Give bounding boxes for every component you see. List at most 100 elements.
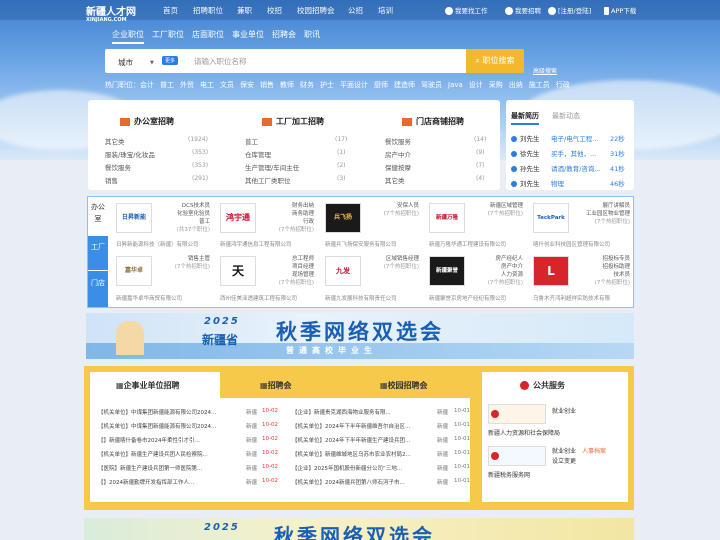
nav-home[interactable]: 首页 (163, 5, 178, 16)
hot-item[interactable]: 平面设计 (340, 81, 368, 89)
company-jobs[interactable]: 销售主管 (7个热招职位) (158, 255, 210, 271)
hot-item[interactable]: 教师 (280, 81, 294, 89)
company-jobs[interactable]: DCS技术员 化验室化验员 普工 (共37个职位) (158, 202, 210, 234)
search-input[interactable]: 请输入职位名称 (194, 56, 247, 67)
company-jobs[interactable]: 安保人员 (7个热招职位) (367, 202, 419, 218)
company-name[interactable]: 西州佳美泽透建筑工程有限公司 (220, 294, 297, 302)
nav-jobs[interactable]: 招聘职位 (193, 5, 223, 16)
job-post-link[interactable]: 【企业】2025年国机股份新疆分公司“三地... (292, 464, 402, 472)
nav-training[interactable]: 培训 (378, 5, 393, 16)
company-name[interactable]: 新疆万隆华通工程建设有限公司 (429, 240, 506, 248)
hot-item[interactable]: 采购 (489, 81, 503, 89)
job-post-link[interactable]: 【企业】新疆贵克湖西海物业服务有限... (292, 408, 391, 416)
search-button[interactable]: ⌕ 职位搜索 (466, 49, 524, 73)
category-item[interactable]: 房产中介 (385, 149, 411, 159)
job-post-link[interactable]: 【机关单位】中煤集团新疆能源有限公司2024... (98, 408, 216, 416)
hrss-logo[interactable] (488, 404, 546, 424)
hot-item[interactable]: 会计 (140, 81, 154, 89)
tab-job-fair[interactable]: ▦招聘会 (260, 380, 292, 391)
tab-store[interactable]: 店面职位 (192, 29, 224, 40)
nav-campus[interactable]: 校招 (267, 5, 282, 16)
promo-banner[interactable]: 2025 新疆省 秋季网络双选会 普通高校毕业生 (86, 313, 634, 359)
category-item[interactable]: 餐饮服务 (105, 162, 131, 172)
resume-row[interactable]: 孙先生 (511, 163, 540, 173)
tab-public[interactable]: 事业单位 (232, 29, 264, 40)
job-post-link[interactable]: 【机关单位】中煤集团新疆能源有限公司2024... (98, 422, 216, 430)
category-item[interactable]: 生产管理/车间主任 (245, 162, 299, 172)
company-name[interactable]: 新疆聚誉京房地产经纪有限公司 (429, 294, 506, 302)
job-post-link[interactable]: 【医院】新疆生产建设兵团第一师医院第... (98, 464, 202, 472)
hot-item[interactable]: 驾驶员 (421, 81, 442, 89)
hot-item[interactable]: 保安 (240, 81, 254, 89)
hot-item[interactable]: 出纳 (509, 81, 523, 89)
category-item[interactable]: 普工 (245, 136, 258, 146)
hot-item[interactable]: 厨师 (374, 81, 388, 89)
hot-item[interactable]: 电工 (200, 81, 214, 89)
resume-row[interactable]: 徐先生 (511, 148, 540, 158)
company-name[interactable]: 新疆嘉华卓华商贸有限公司 (116, 294, 182, 302)
company-name[interactable]: 新疆兵飞扬保安服务有限公司 (325, 240, 397, 248)
job-post-link[interactable]: 【机关单位】2024年下半年新疆维吾尔自治区... (292, 422, 410, 430)
tab-latest-resume[interactable]: 最新简历 (511, 111, 539, 125)
sidebar-tab-factory[interactable]: 工厂 (88, 236, 108, 270)
company-jobs[interactable]: 招投标专员 招投标助理 技术员 (7个热招职位) (575, 255, 630, 287)
hot-item[interactable]: 外贸 (180, 81, 194, 89)
tax-logo[interactable] (488, 446, 546, 466)
company-logo[interactable]: 日昇新能 (116, 203, 152, 233)
company-name[interactable]: 新疆九发展科技有限责任公司 (325, 294, 397, 302)
service-label[interactable]: 就业创业 (552, 446, 576, 455)
tab-fair[interactable]: 招聘会 (272, 29, 296, 40)
hot-item[interactable]: 财务 (300, 81, 314, 89)
find-job-link[interactable]: 我要找工作 (445, 5, 488, 15)
tab-public-jobs[interactable]: ▦企事业单位招聘 (116, 380, 180, 391)
company-jobs[interactable]: 区域销售经理 (7个热招职位) (367, 255, 419, 271)
service-name[interactable]: 新疆税务服务网 (488, 470, 530, 479)
company-logo[interactable]: 新疆聚誉 (429, 256, 465, 286)
job-post-link[interactable]: 【机关单位】新疆维城地区乌苏市农业农村局2... (292, 450, 411, 458)
service-label[interactable]: 就业创业 (552, 406, 576, 415)
sidebar-tab-store[interactable]: 门店 (88, 271, 108, 307)
category-item[interactable]: 仓库管理 (245, 149, 271, 159)
category-item[interactable]: 服装/珠宝/化妆品 (105, 149, 155, 159)
company-logo[interactable]: 兵飞扬 (325, 203, 361, 233)
hot-item[interactable]: 设计 (469, 81, 483, 89)
service-extra-link[interactable]: 人事档案 (582, 446, 606, 455)
resume-position[interactable]: 请酒/教育/咨询... (551, 163, 601, 173)
company-logo[interactable]: 新疆万隆 (429, 203, 465, 233)
job-post-link[interactable]: 【】2024新疆勤牌开发指挥部工作人... (98, 478, 194, 486)
service-name[interactable]: 新疆人力资源和社会保障局 (488, 428, 560, 437)
resume-row[interactable]: 刘先生 (511, 178, 540, 188)
resume-row[interactable]: 刘先生 (511, 133, 540, 143)
company-jobs[interactable]: 财务出纳 商务助理 行政 (7个热招职位) (262, 202, 314, 234)
hot-item[interactable]: 护士 (320, 81, 334, 89)
resume-position[interactable]: 买手，其他，... (551, 148, 596, 158)
promo-banner-2[interactable]: 2025 秋季网络双选会 (84, 518, 634, 540)
category-item[interactable]: 其他工厂类职位 (245, 175, 291, 185)
category-item[interactable]: 其它类 (385, 175, 405, 185)
nav-parttime[interactable]: 兼职 (237, 5, 252, 16)
category-title-office[interactable]: 办公室招聘 (120, 116, 174, 127)
company-logo[interactable]: 天 (220, 256, 256, 286)
tab-latest-news[interactable]: 最新动态 (552, 111, 580, 121)
category-title-store[interactable]: 门店商铺招聘 (402, 116, 464, 127)
tab-news[interactable]: 职讯 (304, 29, 320, 40)
nav-campus-fair[interactable]: 校园招聘会 (297, 5, 335, 16)
tab-campus-fair[interactable]: ▦校园招聘会 (380, 380, 428, 391)
advanced-search-link[interactable]: 高级搜索 (533, 66, 557, 75)
city-select[interactable]: 城市 (118, 57, 133, 68)
nav-public-recruit[interactable]: 公招 (348, 5, 363, 16)
category-item[interactable]: 保健按摩 (385, 162, 411, 172)
category-item[interactable]: 餐饮服务 (385, 136, 411, 146)
hot-item[interactable]: 施工员 (529, 81, 550, 89)
site-logo[interactable]: 新疆人才网 XINJIANG.COM (86, 3, 136, 23)
company-logo[interactable]: 鸿宇通 (220, 203, 256, 233)
company-name[interactable]: 日昇新能源科技（新疆）有限公司 (116, 240, 199, 248)
job-post-link[interactable]: 【机关单位】2024年下半年新疆生产建设兵团... (292, 436, 410, 444)
hot-item[interactable]: 建造师 (394, 81, 415, 89)
hot-item[interactable]: Java (448, 81, 463, 89)
recruit-link[interactable]: 我要招聘 (505, 5, 541, 15)
app-download-link[interactable]: APP下载 (604, 5, 636, 15)
more-badge[interactable]: 更多 (162, 56, 179, 65)
job-post-link[interactable]: 【机关单位】2024新疆兵团第八师石河子市... (292, 478, 405, 486)
company-logo[interactable]: L (533, 256, 569, 286)
